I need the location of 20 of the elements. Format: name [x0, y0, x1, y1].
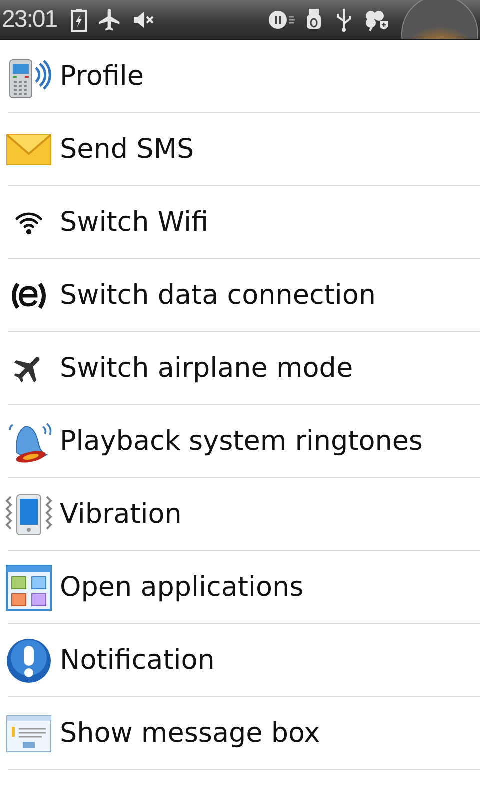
menu-item[interactable]: Notification [0, 624, 480, 697]
exclamation-icon [6, 638, 52, 684]
message-box-icon [6, 714, 52, 752]
menu-item[interactable]: Open applications [0, 551, 480, 624]
apps-window-icon [6, 564, 52, 610]
menu-item[interactable]: Switch Wifi [0, 186, 480, 259]
menu-item[interactable]: Playback system ringtones [0, 405, 480, 478]
menu-item[interactable]: Show message box [0, 697, 480, 770]
e-icon [9, 280, 49, 310]
clock: 23:01 [2, 6, 58, 34]
menu-item[interactable]: Switch airplane mode [0, 332, 480, 405]
menu-item[interactable]: Vibration [0, 478, 480, 551]
glow-button[interactable] [400, 0, 480, 39]
menu-item[interactable]: Send SMS [0, 113, 480, 186]
vibrating-phone-icon [5, 494, 53, 536]
usb-icon [334, 6, 354, 32]
envelope-icon [6, 134, 52, 166]
menu-item[interactable]: Profile [0, 40, 480, 113]
menu-item[interactable]: Switch data connection [0, 259, 480, 332]
battery-charging-icon [69, 6, 90, 32]
